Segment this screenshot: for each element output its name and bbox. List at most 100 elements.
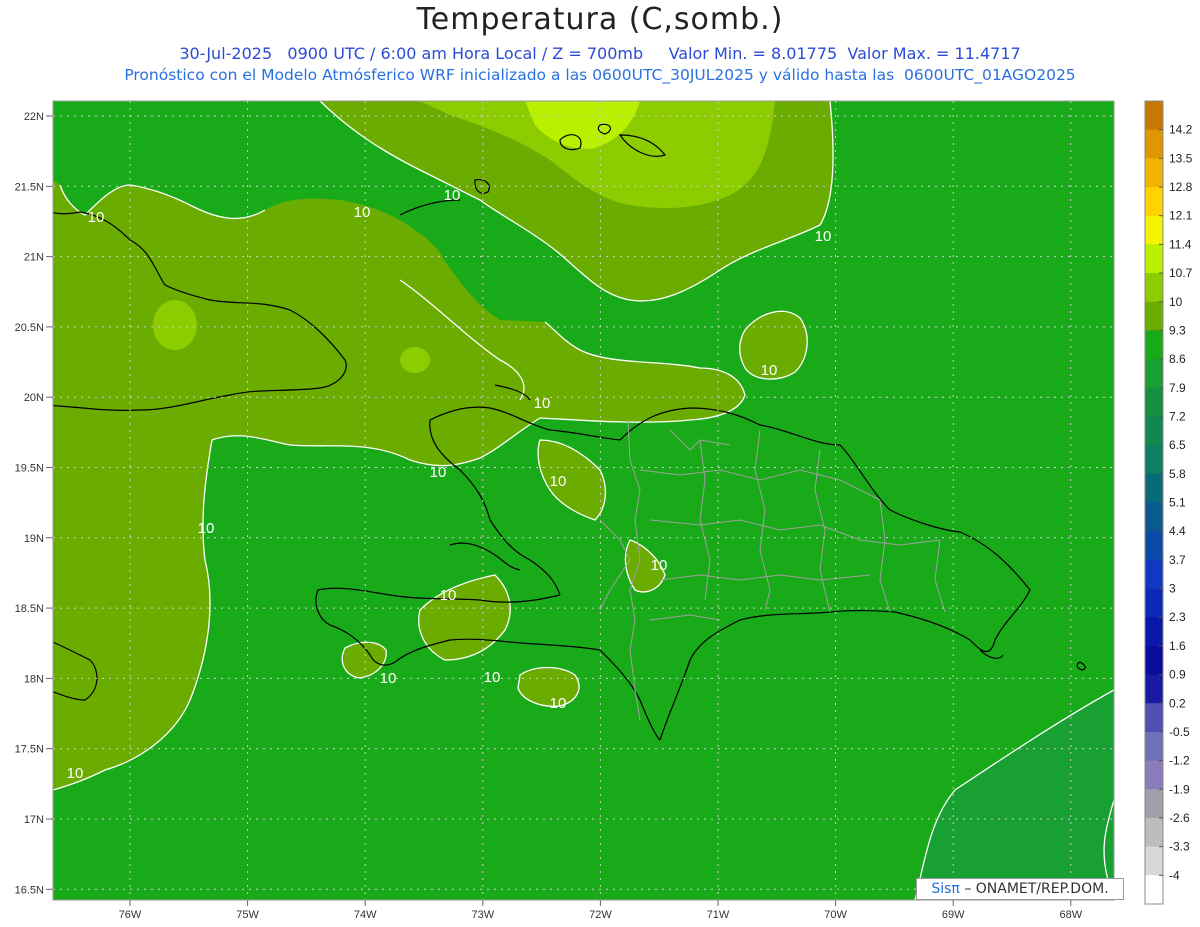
credit-box: Sisπ – ONAMET/REP.DOM. [916,878,1124,900]
legend-swatch [1145,301,1163,331]
legend-label: 8.6 [1169,352,1186,366]
legend-swatch [1145,617,1163,647]
legend-label: 10.7 [1169,266,1193,280]
legend-label: 1.6 [1169,639,1186,653]
longitude-axis: 76W 75W 74W 73W 72W 71W 70W 69W 68W [119,900,1083,921]
legend-swatch [1145,187,1163,217]
legend-swatch [1145,129,1163,159]
lon-label: 76W [119,909,142,921]
legend-swatch [1145,817,1163,848]
legend-swatch [1145,531,1163,561]
legend-label: 12.8 [1169,180,1193,194]
legend-label: -1.2 [1169,754,1190,768]
lat-label: 17N [24,814,44,826]
contour-label: 10 [88,209,105,226]
legend-label: 7.9 [1169,381,1186,395]
lat-label: 16.5N [15,884,44,896]
lat-label: 21.5N [15,181,44,193]
legend-swatch [1145,674,1163,704]
field-zone-spot [400,347,430,373]
lon-label: 68W [1059,909,1082,921]
contour-label: 10 [484,669,501,686]
legend-swatch [1145,416,1163,446]
credit-org: – ONAMET/REP.DOM. [964,881,1109,897]
lat-label: 18.5N [15,603,44,615]
contour-label: 10 [430,464,447,481]
field-zone-cuba-spot [153,300,197,350]
contour-label: 10 [440,587,457,604]
legend-swatch [1145,330,1163,360]
legend-swatch [1145,101,1163,131]
legend-label: 6.5 [1169,438,1186,452]
lat-label: 19N [24,533,44,545]
legend-label: 10 [1169,295,1183,309]
contour-label: 10 [380,670,397,687]
latitude-axis: 22N 21.5N 21N 20.5N 20N 19.5N 19N 18.5N 18N 17.5N… [15,111,53,896]
contour-label: 10 [67,765,84,782]
lat-label: 21N [24,252,44,264]
legend-label: 11.4 [1169,237,1192,251]
legend-label: 14.2 [1169,123,1193,137]
legend-swatch [1145,273,1163,303]
legend-label: -4 [1169,868,1180,882]
contour-label: 10 [198,520,215,537]
contour-label: 10 [761,362,778,379]
lat-label: 20.5N [15,322,44,334]
lat-label: 20N [24,392,44,404]
legend-label: 3.7 [1169,553,1186,567]
legend-label: 5.1 [1169,496,1186,510]
lon-label: 71W [707,909,730,921]
legend-swatch [1145,760,1163,790]
contour-label: 10 [550,695,567,712]
legend-swatch [1145,588,1163,618]
contour-label: 10 [815,228,832,245]
legend-swatch [1145,387,1163,417]
legend-swatch [1145,559,1163,590]
lat-label: 17.5N [15,744,44,756]
temperature-map: 10 1010101010101010101010 101010 22N21.5N2… [15,100,1193,921]
color-legend: 14.2 13.5 12.8 12.1 11.4 10.7 10 9.3 8.6 7.9 7.2 6.… [1144,100,1193,905]
lat-label: 18N [24,673,44,685]
legend-swatch [1145,359,1163,389]
lon-label: 74W [354,909,377,921]
legend-swatch [1145,215,1163,245]
legend-label: 0.2 [1169,696,1186,710]
legend-label: -0.5 [1169,725,1190,739]
lon-label: 72W [589,909,612,921]
legend-swatch [1145,875,1163,905]
contour-label: 10 [534,395,551,412]
legend-label: 12.1 [1169,209,1193,223]
contour-label: 10 [354,204,371,221]
legend-label: 13.5 [1169,151,1193,165]
legend-swatch [1145,158,1163,188]
legend-label: 3 [1169,582,1176,596]
legend-label: -2.6 [1169,811,1190,825]
lat-label: 22N [24,111,44,123]
lon-label: 70W [824,909,847,921]
legend-label: -3.3 [1169,840,1190,854]
field-zone-jamaica [55,628,105,692]
legend-swatch [1145,473,1163,503]
contour-label: 10 [651,557,668,574]
legend-swatch [1145,244,1163,274]
legend-swatch [1145,703,1163,733]
legend-swatch [1145,846,1163,876]
contour-label: 10 [550,473,567,490]
lon-label: 69W [942,909,965,921]
legend-label: 0.9 [1169,668,1186,682]
legend-label: 7.2 [1169,409,1186,423]
legend-swatch [1145,645,1163,676]
legend-swatch [1145,445,1163,475]
lat-label: 19.5N [15,463,44,475]
legend-swatch [1145,789,1163,819]
lon-label: 73W [471,909,494,921]
lon-label: 75W [236,909,259,921]
contour-label: 10 [444,187,461,204]
legend-label: 5.8 [1169,467,1186,481]
legend-label: 9.3 [1169,323,1186,337]
credit-sis: Sisπ [931,881,960,897]
legend-label: 2.3 [1169,610,1186,624]
legend-swatch [1145,731,1163,762]
legend-label: -1.9 [1169,782,1190,796]
legend-label: 4.4 [1169,524,1186,538]
